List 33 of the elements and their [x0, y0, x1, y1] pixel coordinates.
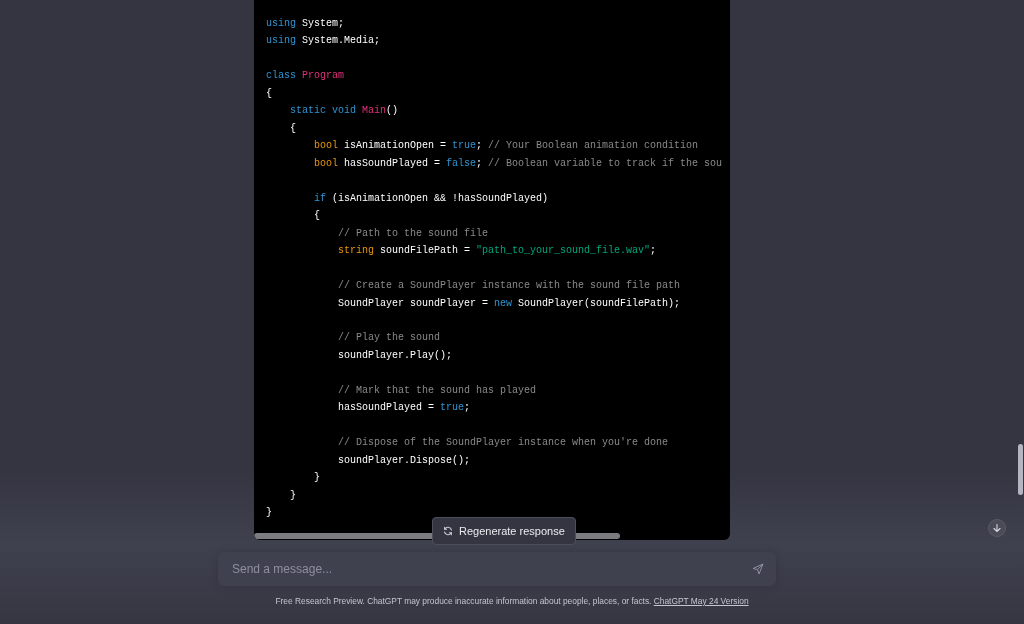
send-icon[interactable]	[752, 563, 764, 575]
code-line: }	[289, 488, 297, 503]
code-line: // Dispose of the SoundPlayer instance when you're done	[337, 436, 670, 451]
code-line: string soundFilePath = "path_to_your_sound_file.wav";	[337, 244, 658, 259]
code-line: // Create a SoundPlayer instance with the sound file path	[337, 279, 682, 294]
code-line: using System.Media;	[266, 34, 382, 49]
vertical-scrollbar[interactable]	[1018, 444, 1023, 495]
code-line: // Play the sound	[337, 331, 442, 346]
arrow-down-icon	[992, 523, 1002, 533]
code-line: soundPlayer.Play();	[337, 348, 454, 363]
code-line: }	[266, 506, 273, 521]
scroll-down-button[interactable]	[988, 519, 1006, 537]
code-line: {	[313, 209, 321, 224]
message-field[interactable]: Send a message...	[218, 552, 776, 586]
code-line: SoundPlayer soundPlayer = new SoundPlayer(soundFilePath);	[337, 296, 682, 311]
code-line: bool isAnimationOpen = true; // Your Boolean animation condition	[313, 139, 700, 154]
code-line: if (isAnimationOpen && !hasSoundPlayed)	[313, 191, 550, 206]
code-line: static void Main()	[289, 104, 400, 119]
code-line: }	[313, 471, 321, 486]
code-line: {	[266, 86, 273, 101]
code-line: soundPlayer.Dispose();	[337, 453, 472, 468]
code-line: {	[289, 121, 297, 136]
code-line: // Path to the sound file	[337, 226, 490, 241]
regenerate-button[interactable]: Regenerate response	[432, 517, 576, 545]
code-line: class Program	[266, 69, 346, 84]
refresh-icon	[443, 526, 453, 536]
code-line: hasSoundPlayed = true;	[337, 401, 472, 416]
version-link[interactable]: ChatGPT May 24 Version	[653, 596, 749, 606]
message-input[interactable]: Send a message...	[230, 561, 746, 577]
code-line: using System;	[266, 17, 346, 31]
disclaimer-text: Free Research Preview. ChatGPT may produce inaccurate information about people, places, or facts. ChatGPT May 24 Version	[274, 596, 750, 606]
code-line: bool hasSoundPlayed = false; // Boolean variable to track if the sou	[313, 156, 724, 171]
code-line: // Mark that the sound has played	[337, 383, 538, 398]
